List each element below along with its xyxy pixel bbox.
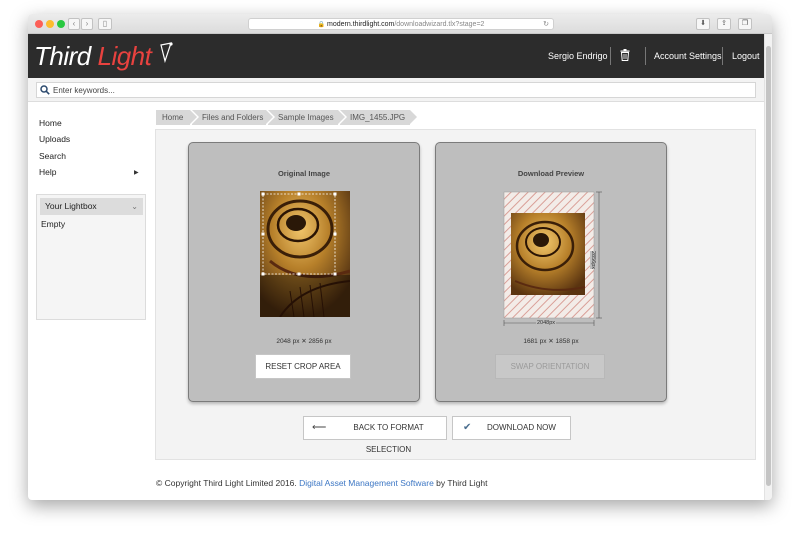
scrollbar-thumb[interactable] (766, 46, 771, 486)
panel-title: Download Preview (517, 169, 585, 178)
url-path: /downloadwizard.tlx?stage=2 (394, 21, 485, 28)
back-nav-icon[interactable]: ‹ (68, 18, 80, 30)
account-settings-link[interactable]: Account Settings (654, 51, 722, 61)
lightbox-empty-text: Empty (41, 219, 66, 229)
address-bar[interactable]: 🔒 modern.thirdlight.com/downloadwizard.tl… (248, 18, 554, 30)
breadcrumb-sample-images[interactable]: Sample Images (268, 110, 345, 125)
sidebar-item-help[interactable]: Help (39, 167, 56, 177)
dam-software-link[interactable]: Digital Asset Management Software (299, 478, 434, 488)
footer-by-text: by Third Light (436, 478, 488, 488)
trash-icon[interactable] (620, 49, 630, 61)
sidebar-toggle-icon[interactable]: ▯ (98, 18, 112, 30)
browser-window: ‹ › ▯ 🔒 modern.thirdlight.com/downloadwiz… (28, 14, 772, 500)
button-label: BACK TO FORMAT SELECTION (353, 423, 424, 454)
search-icon[interactable] (40, 85, 50, 95)
close-window-icon[interactable] (35, 20, 43, 28)
logo-mark-icon (160, 42, 173, 64)
logout-link[interactable]: Logout (732, 51, 760, 61)
lightbox-panel: Your Lightbox ⌄ Empty (36, 194, 146, 320)
swap-orientation-button[interactable]: SWAP ORIENTATION (495, 354, 605, 379)
maximize-window-icon[interactable] (57, 20, 65, 28)
share-icon[interactable]: ⇪ (717, 18, 731, 30)
panel-title: Original Image (277, 169, 331, 178)
download-preview-panel: Download Preview 2048px 2856px 1681 px ✕… (435, 142, 667, 402)
preview-height-label: 2856px (590, 251, 596, 270)
search-input[interactable] (53, 84, 743, 97)
search-field[interactable] (36, 82, 756, 98)
back-to-format-selection-button[interactable]: ⟵ BACK TO FORMAT SELECTION (303, 416, 447, 454)
chevron-down-icon[interactable]: ⌄ (131, 198, 138, 215)
page-footer: © Copyright Third Light Limited 2016. Di… (156, 478, 488, 488)
sidebar-item-search[interactable]: Search (39, 151, 66, 161)
browser-toolbar: ‹ › ▯ 🔒 modern.thirdlight.com/downloadwiz… (28, 14, 772, 34)
lightbox-header[interactable]: Your Lightbox ⌄ (40, 198, 143, 215)
lightbox-title: Your Lightbox (45, 201, 97, 211)
search-bar (28, 78, 764, 102)
reset-crop-area-button[interactable]: RESET CROP AREA (255, 354, 351, 379)
breadcrumb-label: Home (162, 113, 184, 122)
header-divider (645, 47, 646, 65)
header-divider (610, 47, 611, 65)
tabs-icon[interactable]: ❐ (738, 18, 752, 30)
app-header: Third Light Sergio Endrigo Account Setti… (28, 34, 764, 78)
header-divider (722, 47, 723, 65)
user-name-link[interactable]: Sergio Endrigo (548, 51, 608, 61)
breadcrumb-label: IMG_1455.JPG (350, 113, 406, 122)
lock-icon: 🔒 (317, 22, 326, 28)
original-dimensions: 2048 px ✕ 2856 px (276, 338, 332, 345)
original-image-thumbnail[interactable] (260, 191, 350, 317)
help-expand-arrow-icon[interactable]: ▶ (134, 169, 139, 176)
page-scrollbar[interactable] (764, 34, 772, 500)
url-host: modern.thirdlight.com (327, 21, 395, 28)
breadcrumb-label: Sample Images (278, 113, 334, 122)
sidebar-item-home[interactable]: Home (39, 118, 62, 128)
minimize-window-icon[interactable] (46, 20, 54, 28)
reload-icon[interactable]: ↻ (543, 19, 549, 30)
third-light-logo[interactable]: Third Light (34, 41, 152, 72)
breadcrumb-home[interactable]: Home (156, 110, 197, 125)
preview-width-label: 2048px (536, 320, 557, 326)
original-image-panel: Original Image 2048 px ✕ 2856 px RESET C… (188, 142, 420, 402)
breadcrumb-label: Files and Folders (202, 113, 264, 122)
sidebar-item-uploads[interactable]: Uploads (39, 134, 70, 144)
breadcrumb-current-file: IMG_1455.JPG (340, 110, 417, 125)
download-indicator-icon[interactable]: ⬇ (696, 18, 710, 30)
logo-third-text: Third (34, 41, 91, 71)
arrow-left-icon: ⟵ (312, 422, 327, 433)
download-now-button[interactable]: ✔ DOWNLOAD NOW (452, 416, 571, 440)
forward-nav-icon[interactable]: › (81, 18, 93, 30)
button-label: DOWNLOAD NOW (487, 423, 556, 432)
logo-light-text: Light (97, 41, 152, 71)
breadcrumb-files-and-folders[interactable]: Files and Folders (192, 110, 273, 125)
preview-dimensions: 1681 px ✕ 1858 px (523, 338, 579, 345)
download-preview-image (503, 191, 602, 326)
copyright-text: © Copyright Third Light Limited 2016. (156, 478, 297, 488)
checkmark-icon: ✔ (463, 422, 472, 433)
